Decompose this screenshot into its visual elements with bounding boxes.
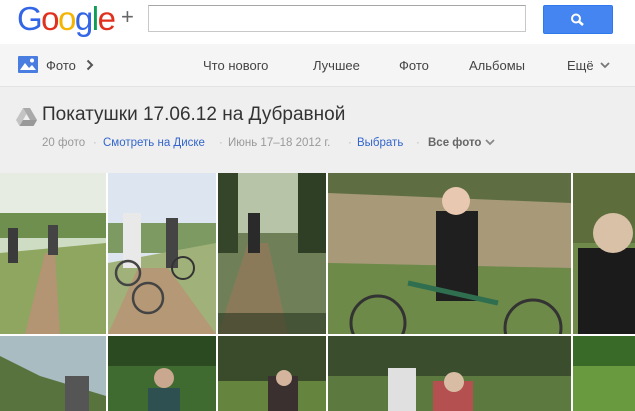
photo-1-image [0,173,106,334]
logo-letter: o [58,0,76,37]
chevron-right-icon[interactable] [86,59,94,71]
photo-7[interactable] [108,336,216,411]
tab-albums[interactable]: Альбомы [469,44,525,87]
tab-best[interactable]: Лучшее [313,44,360,87]
photo-8[interactable] [218,336,326,411]
search-button[interactable] [543,5,613,34]
photos-icon[interactable] [18,56,38,73]
photo-4[interactable] [328,173,571,334]
section-label-photos[interactable]: Фото [46,44,76,87]
search-input[interactable] [148,5,526,32]
photo-3[interactable] [218,173,326,334]
view-on-drive-link[interactable]: Смотреть на Диске [103,136,205,150]
photo-count: 20 фото [42,137,86,149]
photo-2-image [108,173,216,334]
tab-more[interactable]: Ещё [567,44,594,87]
photo-6-image [0,336,106,411]
photo-9[interactable] [328,336,571,411]
all-photos-dropdown[interactable]: Все фото [428,136,481,150]
photo-10-image [573,336,635,411]
separator-dot: · [416,137,420,149]
top-bar: Google + [0,0,635,44]
album-dates: Июнь 17–18 2012 г. [228,137,331,149]
photo-8-image [218,336,326,411]
photo-2[interactable] [108,173,216,334]
logo-letter: o [41,0,59,37]
separator-dot: · [219,137,223,149]
photo-5[interactable] [573,173,635,334]
google-logo[interactable]: Google [17,0,116,40]
select-link[interactable]: Выбрать [357,136,403,150]
separator-dot: · [93,137,97,149]
separator-dot: · [348,137,352,149]
chevron-down-icon[interactable] [600,62,610,69]
photo-5-image [573,173,635,334]
logo-plus: + [121,4,134,29]
logo-letter: G [17,0,43,37]
photo-9-image [328,336,571,411]
photo-4-image [328,173,571,334]
photo-1[interactable] [0,173,106,334]
album-title: Покатушки 17.06.12 на Дубравной [42,104,346,125]
search-icon [571,13,584,26]
photo-6[interactable] [0,336,106,411]
google-drive-icon [16,108,37,126]
tab-photos[interactable]: Фото [399,44,429,87]
nav-bar: Фото Что нового Лучшее Фото Альбомы Ещё [0,44,635,87]
photo-7-image [108,336,216,411]
photo-10[interactable] [573,336,635,411]
chevron-down-icon[interactable] [485,139,495,146]
photo-3-image [218,173,326,334]
album-header: Покатушки 17.06.12 на Дубравной 20 фото … [0,87,635,173]
logo-letter: e [97,0,116,37]
logo-letter: g [74,0,93,37]
tab-whats-new[interactable]: Что нового [203,44,268,87]
